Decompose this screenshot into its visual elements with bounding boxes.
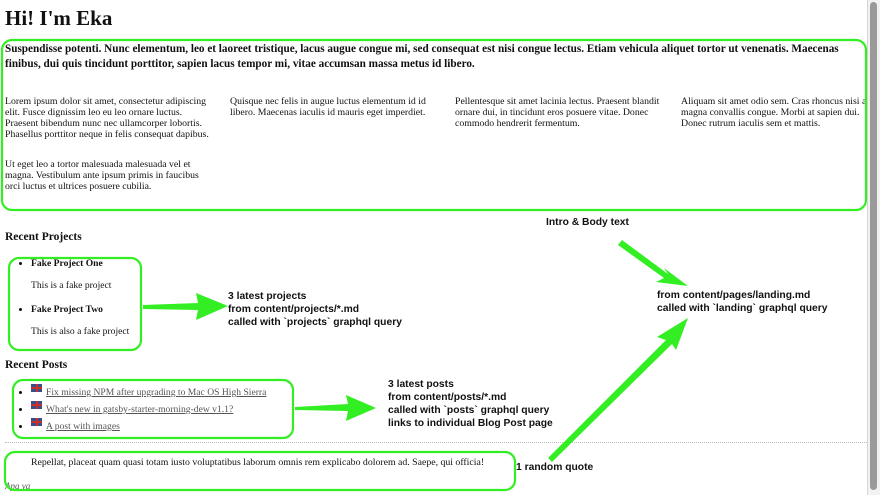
scrollbar-thumb[interactable] — [870, 2, 877, 490]
page-title: Hi! I'm Eka — [5, 6, 113, 30]
project-description: This is also a fake project — [31, 326, 130, 337]
uk-flag-icon — [31, 384, 42, 392]
project-item: Fake Project Two This is also a fake pro… — [31, 304, 129, 338]
posts-list: Fix missing NPM after upgrading to Mac O… — [15, 384, 266, 435]
intro-lead: Suspendisse potenti. Nunc elementum, leo… — [5, 43, 839, 70]
post-item: A post with images — [31, 418, 266, 435]
projects-list: Fake Project One This is a fake project … — [5, 256, 129, 350]
intro-annotation-label: Intro & Body text — [546, 217, 629, 228]
quote-annotation: 1 random quote — [516, 462, 594, 473]
body-column-4: Aliquam sit amet odio sem. Cras rhoncus … — [681, 96, 880, 148]
body-paragraph: Lorem ipsum dolor sit amet, consectetur … — [5, 96, 209, 140]
project-item: Fake Project One This is a fake project — [31, 258, 129, 292]
body-column-1: Lorem ipsum dolor sit amet, consectetur … — [5, 96, 210, 211]
post-item: Fix missing NPM after upgrading to Mac O… — [31, 384, 266, 401]
body-paragraph: Aliquam sit amet odio sem. Cras rhoncus … — [681, 96, 871, 129]
random-quote: Repellat, placeat quam quasi totam iusto… — [31, 457, 485, 468]
quote-divider — [5, 442, 877, 443]
project-title: Fake Project Two — [31, 304, 103, 315]
vertical-scrollbar[interactable] — [867, 0, 880, 495]
post-link[interactable]: Fix missing NPM after upgrading to Mac O… — [46, 387, 266, 398]
uk-flag-icon — [31, 401, 42, 409]
project-description: This is a fake project — [31, 280, 112, 291]
body-paragraph: Pellentesque sit amet lacinia lectus. Pr… — [455, 96, 660, 129]
quote-author: Apa ya — [5, 481, 31, 491]
post-link[interactable]: A post with images — [46, 421, 120, 432]
body-paragraph: Ut eget leo a tortor malesuada malesuada… — [5, 159, 199, 192]
project-title: Fake Project One — [31, 258, 103, 269]
post-item: What's new in gatsby-starter-morning-dew… — [31, 401, 266, 418]
posts-annotation: 3 latest posts from content/posts/*.md c… — [388, 379, 553, 429]
recent-posts-heading: Recent Posts — [5, 359, 68, 371]
body-paragraph: Quisque nec felis in augue luctus elemen… — [230, 96, 426, 118]
uk-flag-icon — [31, 418, 42, 426]
landing-annotation: from content/pages/landing.md called wit… — [657, 290, 828, 314]
body-column-2: Quisque nec felis in augue luctus elemen… — [230, 96, 435, 137]
recent-projects-heading: Recent Projects — [5, 231, 82, 243]
post-link[interactable]: What's new in gatsby-starter-morning-dew… — [46, 404, 233, 415]
body-column-3: Pellentesque sit amet lacinia lectus. Pr… — [455, 96, 660, 148]
projects-annotation: 3 latest projects from content/projects/… — [228, 291, 402, 328]
